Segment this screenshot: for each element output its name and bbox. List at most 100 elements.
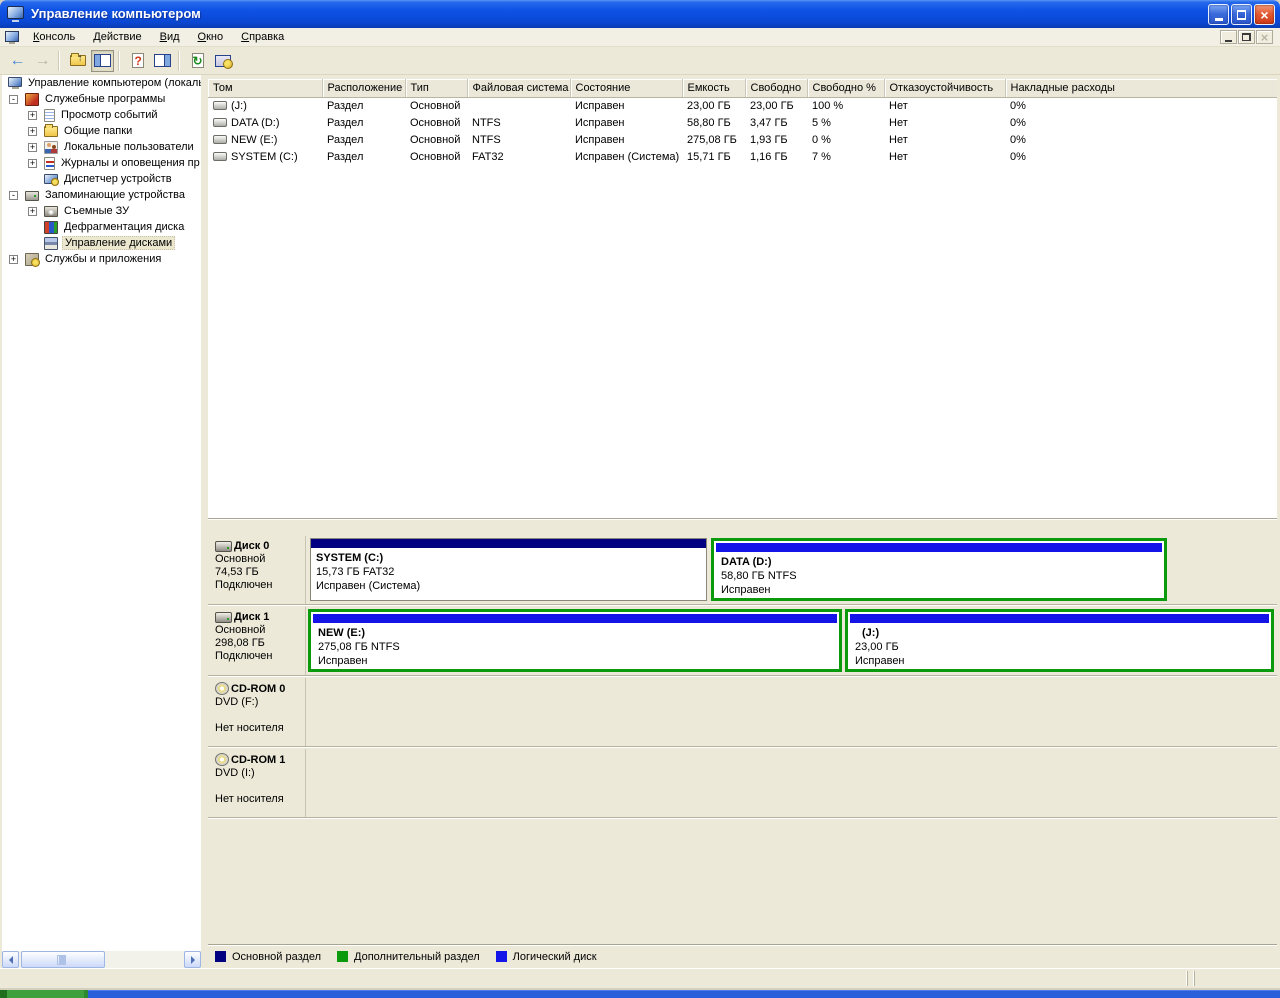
column-header[interactable]: Отказоустойчивость — [884, 79, 1005, 97]
tree-item-label: Диспетчер устройств — [62, 173, 174, 185]
taskbar[interactable] — [0, 990, 1280, 998]
cell: Основной — [405, 97, 467, 114]
column-header[interactable]: Свободно — [745, 79, 807, 97]
show-hide-console-tree-button[interactable] — [91, 50, 114, 72]
disk-row-1: Диск 1 Основной 298,08 ГБ Подключен NEW … — [208, 607, 1277, 675]
storage-icon — [25, 191, 39, 201]
logical-disk-strip — [313, 614, 837, 623]
menu-vid[interactable]: Вид — [151, 28, 189, 47]
help-button[interactable] — [126, 50, 149, 72]
tree-item-label: Службы и приложения — [43, 253, 163, 265]
restore-button[interactable] — [1231, 4, 1252, 25]
volume-row[interactable]: DATA (D:) Раздел Основной NTFS Исправен … — [208, 114, 1277, 131]
menu-konsol[interactable]: Консоль — [24, 28, 84, 47]
column-header[interactable]: Свободно % — [807, 79, 884, 97]
cell: 7 % — [807, 148, 884, 165]
volume-list-header: Том Расположение Тип Файловая система Со… — [208, 79, 1277, 97]
rescan-disks-button[interactable] — [211, 50, 234, 72]
back-button[interactable]: ← — [6, 50, 29, 72]
computer-management-icon — [7, 6, 24, 19]
tree-item-label: Просмотр событий — [59, 109, 160, 121]
close-button[interactable]: × — [1254, 4, 1275, 25]
tree-item-performance-logs[interactable]: + Журналы и оповещения пр — [2, 155, 201, 171]
close-icon: × — [1261, 30, 1269, 45]
menu-okno[interactable]: Окно — [189, 28, 233, 47]
tree-item-disk-defragmenter[interactable]: Дефрагментация диска — [2, 219, 201, 235]
menu-spravka[interactable]: Справка — [232, 28, 293, 47]
tree-item-event-viewer[interactable]: + Просмотр событий — [2, 107, 201, 123]
child-close-button[interactable]: × — [1256, 30, 1273, 44]
tree-item-local-users[interactable]: + Локальные пользователи — [2, 139, 201, 155]
partition-j[interactable]: (J:) 23,00 ГБ Исправен — [845, 609, 1274, 672]
cdrom0-graph — [307, 678, 1276, 746]
pane-splitter[interactable] — [208, 518, 1277, 532]
cdrom0-info[interactable]: CD-ROM 0 DVD (F:) Нет носителя — [210, 678, 306, 746]
expand-icon[interactable]: + — [28, 207, 37, 216]
child-restore-button[interactable] — [1238, 30, 1255, 44]
scroll-left-button[interactable] — [2, 951, 19, 968]
tree-item-label: Журналы и оповещения пр — [59, 157, 201, 169]
column-header[interactable]: Файловая система — [467, 79, 570, 97]
column-header[interactable]: Тип — [405, 79, 467, 97]
close-icon: × — [1260, 8, 1268, 22]
shared-folders-icon — [44, 126, 58, 137]
minimize-button[interactable] — [1208, 4, 1229, 25]
refresh-button[interactable] — [186, 50, 209, 72]
tree-item-label: Служебные программы — [43, 93, 167, 105]
services-icon — [25, 253, 39, 266]
cd-rom-icon — [215, 753, 229, 766]
tree-item-services-applications[interactable]: + Службы и приложения — [2, 251, 201, 267]
arrow-right-icon — [191, 956, 199, 964]
volume-row[interactable]: (J:) Раздел Основной Исправен 23,00 ГБ 2… — [208, 97, 1277, 114]
column-header[interactable]: Расположение — [322, 79, 405, 97]
scrollbar-thumb[interactable] — [21, 951, 105, 968]
forward-button[interactable]: → — [31, 50, 54, 72]
restore-icon — [1242, 33, 1251, 41]
tree-item-disk-management[interactable]: Управление дисками — [2, 235, 201, 251]
column-header[interactable]: Состояние — [570, 79, 682, 97]
partition-data-d[interactable]: DATA (D:) 58,80 ГБ NTFS Исправен — [711, 538, 1167, 601]
expand-icon[interactable]: + — [28, 127, 37, 136]
collapse-icon[interactable]: - — [9, 191, 18, 200]
disk1-info[interactable]: Диск 1 Основной 298,08 ГБ Подключен — [210, 607, 306, 675]
volume-row[interactable]: SYSTEM (C:) Раздел Основной FAT32 Исправ… — [208, 148, 1277, 165]
tree-item-shared-folders[interactable]: + Общие папки — [2, 123, 201, 139]
tree-item-removable-storage[interactable]: + Съемные ЗУ — [2, 203, 201, 219]
expand-icon[interactable]: + — [9, 255, 18, 264]
expand-icon[interactable]: + — [28, 143, 37, 152]
tree-item-system-tools[interactable]: - Служебные программы — [2, 91, 201, 107]
partition-system-c[interactable]: SYSTEM (C:) 15,73 ГБ FAT32 Исправен (Сис… — [310, 538, 707, 601]
column-header[interactable]: Накладные расходы — [1005, 79, 1277, 97]
minimize-icon — [1225, 40, 1232, 42]
tree-item-computer-management[interactable]: Управление компьютером (локаль — [2, 75, 201, 91]
tree-item-device-manager[interactable]: Диспетчер устройств — [2, 171, 201, 187]
logical-disk-strip — [716, 543, 1162, 552]
partition-new-e[interactable]: NEW (E:) 275,08 ГБ NTFS Исправен — [308, 609, 842, 672]
up-folder-button[interactable] — [66, 50, 89, 72]
child-minimize-button[interactable] — [1220, 30, 1237, 44]
partition-legend: Основной раздел Дополнительный раздел Ло… — [208, 944, 1277, 968]
titlebar[interactable]: Управление компьютером × — [0, 0, 1280, 28]
menu-deystvie[interactable]: Действие — [84, 28, 150, 47]
expand-icon[interactable]: + — [28, 111, 37, 120]
expand-icon[interactable]: + — [28, 159, 37, 168]
cdrom1-info[interactable]: CD-ROM 1 DVD (I:) Нет носителя — [210, 749, 306, 817]
volume-icon — [213, 135, 227, 144]
column-header[interactable]: Том — [208, 79, 322, 97]
scroll-right-button[interactable] — [184, 951, 201, 968]
extended-partition-color-icon — [337, 951, 348, 962]
cell: Раздел — [322, 114, 405, 131]
cell: Основной — [405, 131, 467, 148]
volume-row[interactable]: NEW (E:) Раздел Основной NTFS Исправен 2… — [208, 131, 1277, 148]
legend-item: Логический диск — [496, 951, 597, 963]
tree-item-storage[interactable]: - Запоминающие устройства — [2, 187, 201, 203]
show-hide-action-pane-icon — [154, 54, 171, 67]
console-tree: Управление компьютером (локаль - Служебн… — [2, 75, 201, 968]
disk1-graph: NEW (E:) 275,08 ГБ NTFS Исправен (J:) 23… — [307, 607, 1276, 675]
show-hide-action-pane-button[interactable] — [151, 50, 174, 72]
start-button[interactable] — [0, 990, 88, 998]
disk0-info[interactable]: Диск 0 Основной 74,53 ГБ Подключен — [210, 536, 306, 604]
toolbar-separator — [118, 51, 120, 71]
collapse-icon[interactable]: - — [9, 95, 18, 104]
column-header[interactable]: Емкость — [682, 79, 745, 97]
